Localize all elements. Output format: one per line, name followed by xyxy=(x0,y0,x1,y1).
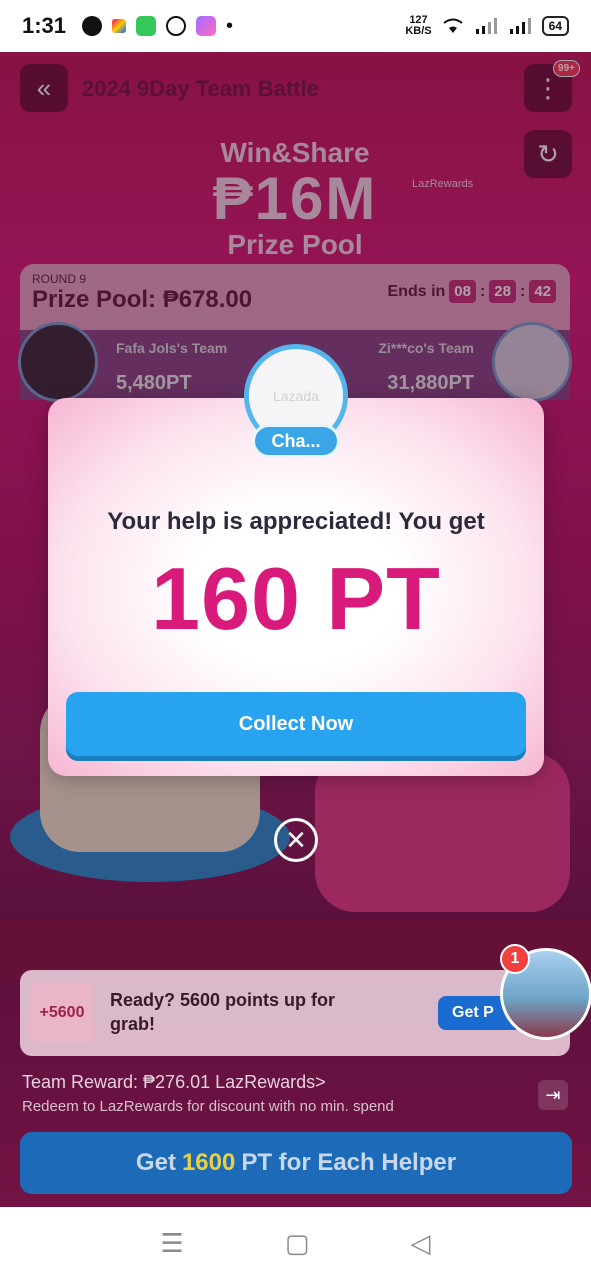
battery-indicator: 64 xyxy=(541,16,569,36)
team-reward-link[interactable]: Team Reward: ₱276.01 LazRewards> xyxy=(22,1072,326,1093)
net-speed: 127 KB/S xyxy=(405,15,431,37)
recents-icon[interactable]: ☰ xyxy=(161,1228,184,1259)
star-icon xyxy=(112,19,127,33)
status-notification-icons: • xyxy=(82,15,233,38)
status-bar: 1:31 • 127 KB/S 64 xyxy=(0,0,591,52)
net-speed-unit: KB/S xyxy=(405,25,432,37)
signal-icon xyxy=(475,18,497,34)
status-time: 1:31 xyxy=(22,13,67,38)
app-circle-icon xyxy=(166,16,187,36)
promo-card: +5600 Ready? 5600 points up for grab! Ge… xyxy=(20,970,570,1056)
app-green-icon xyxy=(136,16,157,36)
status-right: 127 KB/S 64 xyxy=(405,15,569,37)
bottom-btn-suffix: PT for Each Helper xyxy=(241,1149,457,1176)
promo-points: +5600 xyxy=(30,982,94,1044)
promo-text: Ready? 5600 points up for grab! xyxy=(110,990,336,1034)
messenger-icon xyxy=(82,16,103,36)
wifi-icon xyxy=(443,18,463,33)
helper-avatar-text: Lazada xyxy=(273,388,319,404)
share-exit-icon[interactable]: ⇥ xyxy=(538,1080,568,1110)
bottom-btn-number: 1600 xyxy=(181,1149,236,1176)
modal-message: Your help is appreciated! You get xyxy=(107,508,485,535)
floating-avatar-badge: 1 xyxy=(500,944,530,974)
helper-name-tag: Cha... xyxy=(252,424,340,458)
signal-icon-2 xyxy=(509,18,531,34)
close-icon: ✕ xyxy=(285,824,307,855)
redeem-text: Redeem to LazRewards for discount with n… xyxy=(22,1098,394,1115)
back-nav-icon[interactable]: ◁ xyxy=(410,1228,430,1259)
get-helper-points-button[interactable]: Get 1600 PT for Each Helper xyxy=(20,1132,572,1194)
modal-points: 160 PT xyxy=(151,549,441,648)
dot-icon: • xyxy=(226,14,234,37)
system-nav-bar: ☰ ▢ ◁ xyxy=(0,1207,591,1280)
app-purple-icon xyxy=(196,16,217,36)
collect-now-button[interactable]: Collect Now xyxy=(66,692,526,756)
bottom-btn-prefix: Get xyxy=(135,1149,176,1176)
close-modal-button[interactable]: ✕ xyxy=(274,818,318,862)
home-icon[interactable]: ▢ xyxy=(285,1228,310,1259)
